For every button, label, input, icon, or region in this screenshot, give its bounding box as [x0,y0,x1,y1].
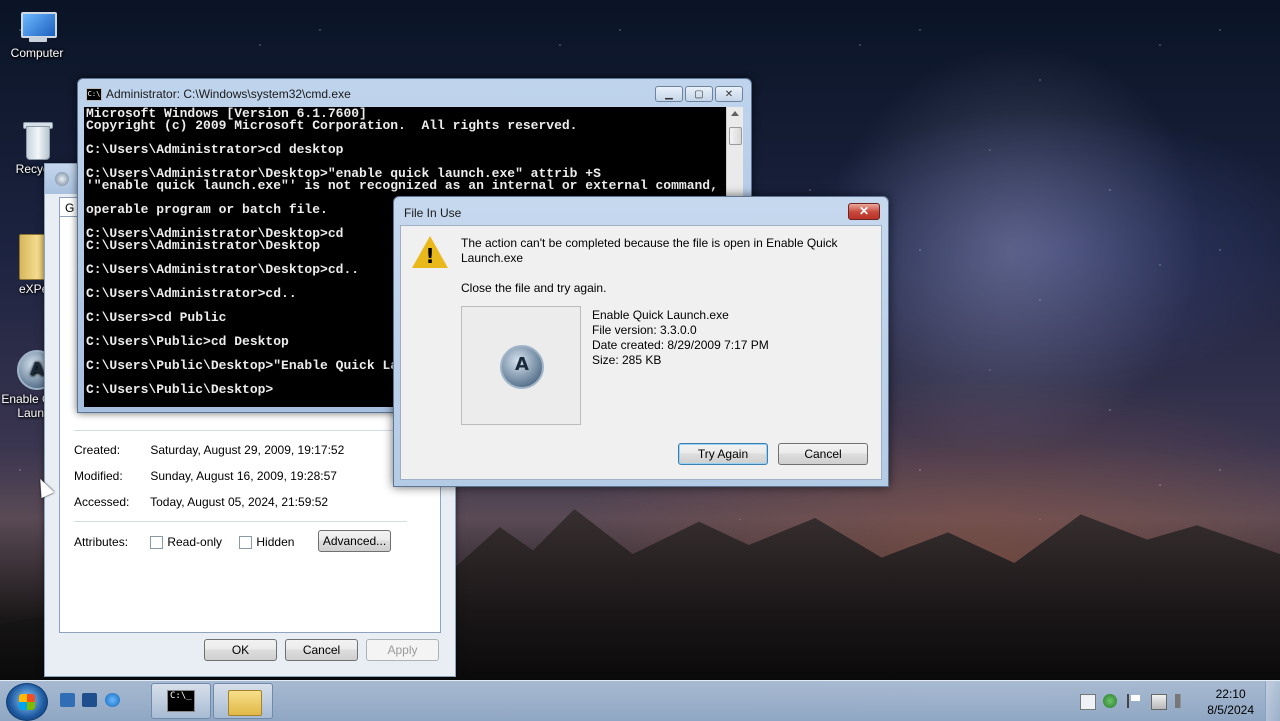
readonly-checkbox[interactable]: Read-only [150,535,223,550]
dialog-body: ! The action can't be completed because … [400,225,882,480]
divider [74,521,407,522]
readonly-label: Read-only [167,535,223,549]
minimize-icon: ▁ [665,89,673,100]
warning-icon-mark: ! [425,244,435,268]
cmd-caption-buttons: ▁ ▢ ✕ [655,86,743,102]
scroll-up-icon[interactable] [731,111,739,116]
advanced-button[interactable]: Advanced... [318,530,391,552]
readonly-checkbox-box[interactable] [150,536,164,550]
file-thumbnail [461,306,581,425]
volume-muted-icon[interactable] [1175,694,1189,708]
desktop-icon-label: Computer [10,46,64,60]
maximize-icon: ▢ [694,89,704,100]
created-row: Created: Saturday, August 29, 2009, 19:1… [74,443,344,457]
created-value: Saturday, August 29, 2009, 19:17:52 [150,443,345,457]
taskbar-clock[interactable]: 22:10 8/5/2024 [1207,686,1254,718]
folder-icon [228,690,262,716]
minimize-button[interactable]: ▁ [655,86,683,102]
file-date-created: Date created: 8/29/2009 7:17 PM [592,338,769,352]
dialog-close-button[interactable]: ✕ [848,203,880,220]
taskbar-button-explorer[interactable] [213,683,273,719]
maximize-button[interactable]: ▢ [685,86,713,102]
taskbar: C:\_ 22:10 8/5/2024 [0,680,1280,721]
start-button[interactable] [6,683,48,721]
file-version: File version: 3.3.0.0 [592,323,697,337]
file-info: Enable Quick Launch.exe File version: 3.… [592,308,769,368]
wallpaper-mountains [450,509,1280,680]
taskbar-button-cmd[interactable]: C:\_ [151,683,211,719]
switch-windows-quick-launch-icon[interactable] [82,693,97,707]
file-size: Size: 285 KB [592,353,662,367]
close-icon: ✕ [724,89,734,100]
computer-icon [17,10,57,44]
created-label: Created: [74,443,121,457]
show-desktop-quick-launch-icon[interactable] [60,693,75,707]
recycle-bin-icon [20,120,54,160]
close-icon: ✕ [858,204,870,218]
try-again-button[interactable]: Try Again [678,443,768,465]
action-center-flag-icon[interactable] [1127,694,1143,708]
clock-date: 8/5/2024 [1207,703,1254,717]
accessed-label: Accessed: [74,495,130,509]
attributes-label: Attributes: [74,535,129,549]
file-name: Enable Quick Launch.exe [592,308,729,322]
file-in-use-dialog: File In Use ✕ ! The action can't be comp… [393,196,889,487]
cmd-icon: C:\ [86,88,102,101]
cmd-icon: C:\_ [167,690,195,712]
quick-launch-app-icon [500,345,544,389]
cancel-button[interactable]: Cancel [285,639,358,661]
accessed-value: Today, August 05, 2024, 21:59:52 [150,495,329,509]
modified-value: Sunday, August 16, 2009, 19:28:57 [150,469,337,483]
dialog-title: File In Use [404,206,462,220]
hidden-checkbox-box[interactable] [239,536,253,550]
hidden-label: Hidden [256,535,295,549]
clock-time: 22:10 [1215,687,1246,701]
close-button[interactable]: ✕ [715,86,743,102]
accessed-row: Accessed: Today, August 05, 2024, 21:59:… [74,495,328,509]
hidden-checkbox[interactable]: Hidden [239,535,295,550]
scroll-thumb[interactable] [729,127,742,145]
attributes-row: Attributes: Read-only Hidden [74,535,295,550]
apply-button[interactable]: Apply [366,639,439,661]
network-tray-icon[interactable] [1151,694,1167,710]
dialog-instruction: Close the file and try again. [461,281,607,295]
ok-button[interactable]: OK [204,639,277,661]
cmd-window-title: Administrator: C:\Windows\system32\cmd.e… [106,87,351,101]
show-desktop-button[interactable] [1265,681,1280,721]
properties-app-icon [55,172,69,186]
dialog-message: The action can't be completed because th… [461,236,838,265]
dialog-cancel-button[interactable]: Cancel [778,443,868,465]
modified-label: Modified: [74,469,123,483]
notes-tray-icon[interactable] [1080,694,1096,710]
security-tray-icon[interactable] [1103,694,1117,708]
desktop-icon-computer[interactable]: Computer [0,10,74,60]
divider [74,430,407,431]
internet-explorer-icon[interactable] [105,693,120,707]
modified-row: Modified: Sunday, August 16, 2009, 19:28… [74,469,337,483]
